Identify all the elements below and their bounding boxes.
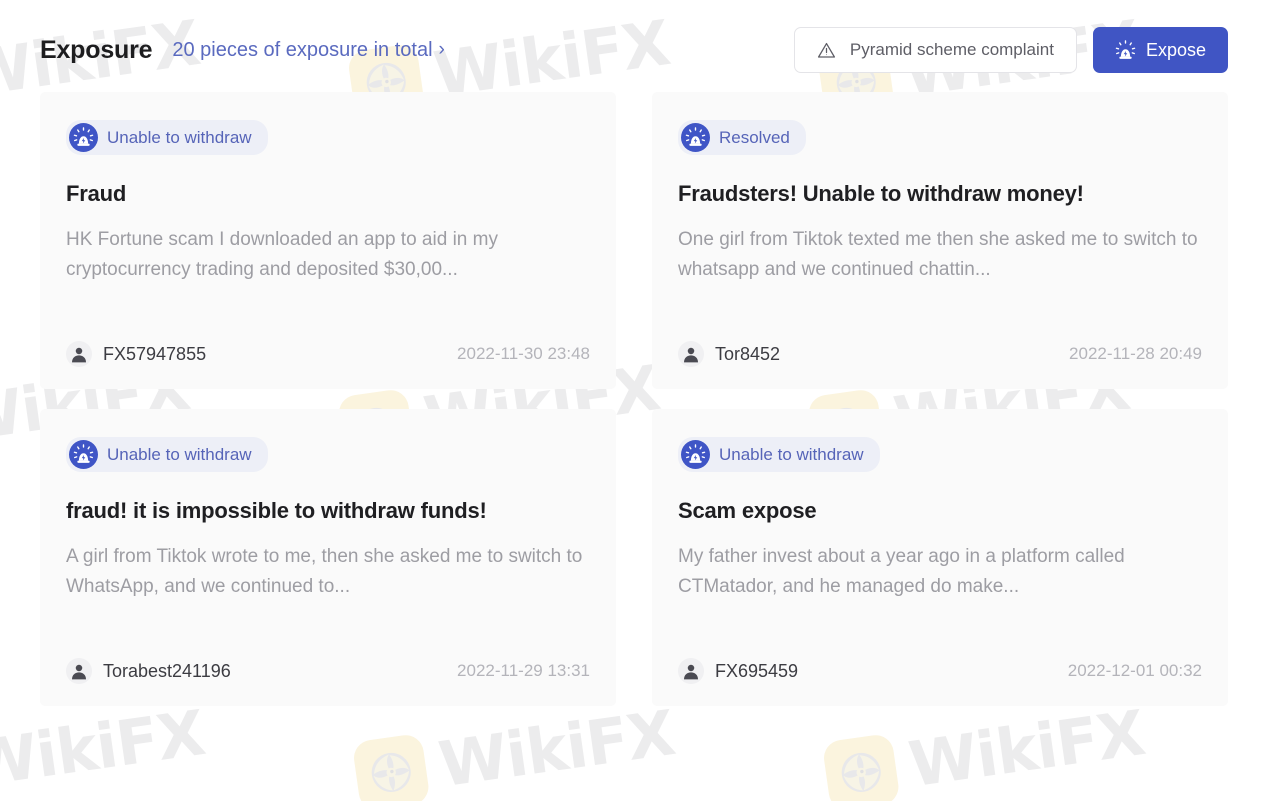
- status-badge: Resolved: [678, 120, 806, 155]
- exposure-description: HK Fortune scam I downloaded an app to a…: [66, 229, 498, 280]
- exposure-title: Fraud: [66, 181, 127, 206]
- user-avatar-icon: [678, 341, 704, 367]
- exposure-page: Exposure 20 pieces of exposure in total …: [0, 0, 1268, 801]
- siren-icon: [681, 440, 710, 469]
- header-actions: Pyramid scheme complaint Expose: [793, 27, 1228, 73]
- exposure-card-footer: FX57947855 2022-11-30 23:48: [66, 341, 590, 367]
- exposure-timestamp: 2022-11-28 20:49: [1069, 344, 1202, 363]
- warning-triangle-icon: [817, 41, 836, 60]
- author-name: Tor8452: [715, 343, 781, 364]
- status-badge-label: Resolved: [719, 128, 790, 147]
- total-exposure-label: 20 pieces of exposure in total: [172, 38, 433, 61]
- siren-icon: [681, 123, 710, 152]
- exposure-card[interactable]: Unable to withdraw Fraud HK Fortune scam I…: [40, 92, 616, 389]
- exposure-card-footer: FX695459 2022-12-01 00:32: [678, 658, 1202, 684]
- pyramid-complaint-label: Pyramid scheme complaint: [849, 40, 1054, 59]
- author-name: Torabest241196: [103, 660, 231, 681]
- siren-icon: [69, 123, 98, 152]
- exposure-card[interactable]: Resolved Fraudsters! Unable to withdraw m…: [652, 92, 1228, 389]
- exposure-title: fraud! it is impossible to withdraw fund…: [66, 498, 487, 523]
- status-badge-label: Unable to withdraw: [107, 128, 252, 147]
- exposure-card-footer: Torabest241196 2022-11-29 13:31: [66, 658, 590, 684]
- exposure-description: A girl from Tiktok wrote to me, then she…: [66, 546, 583, 597]
- exposure-timestamp: 2022-11-30 23:48: [457, 344, 590, 363]
- siren-icon: [1115, 39, 1136, 61]
- exposure-description: One girl from Tiktok texted me then she …: [678, 229, 1198, 280]
- expose-button-label: Expose: [1145, 39, 1206, 60]
- page-title: Exposure: [40, 35, 153, 64]
- pyramid-scheme-complaint-button[interactable]: Pyramid scheme complaint: [793, 27, 1077, 73]
- siren-icon: [69, 440, 98, 469]
- exposure-author: Torabest241196: [66, 658, 231, 684]
- exposure-grid: Unable to withdraw Fraud HK Fortune scam I…: [40, 92, 1228, 706]
- exposure-author: FX695459: [678, 658, 798, 684]
- status-badge-label: Unable to withdraw: [107, 445, 252, 464]
- expose-button[interactable]: Expose: [1092, 27, 1228, 73]
- author-name: FX695459: [715, 660, 799, 681]
- exposure-title: Fraudsters! Unable to withdraw money!: [678, 181, 1084, 206]
- user-avatar-icon: [678, 658, 704, 684]
- exposure-timestamp: 2022-12-01 00:32: [1067, 661, 1202, 680]
- exposure-description: My father invest about a year ago in a p…: [678, 546, 1125, 597]
- exposure-author: FX57947855: [66, 341, 206, 367]
- user-avatar-icon: [66, 658, 92, 684]
- exposure-timestamp: 2022-11-29 13:31: [457, 661, 590, 680]
- status-badge: Unable to withdraw: [66, 437, 268, 472]
- total-exposure-link[interactable]: 20 pieces of exposure in total ›: [172, 39, 445, 62]
- exposure-title: Scam expose: [678, 498, 817, 523]
- status-badge: Unable to withdraw: [66, 120, 268, 155]
- author-name: FX57947855: [103, 343, 207, 364]
- exposure-card[interactable]: Unable to withdraw Scam expose My father i…: [652, 409, 1228, 706]
- exposure-author: Tor8452: [678, 341, 780, 367]
- status-badge-label: Unable to withdraw: [719, 445, 864, 464]
- exposure-card-footer: Tor8452 2022-11-28 20:49: [678, 341, 1202, 367]
- status-badge: Unable to withdraw: [678, 437, 880, 472]
- chevron-right-icon: ›: [438, 38, 445, 60]
- exposure-header: Exposure 20 pieces of exposure in total …: [40, 0, 1228, 92]
- user-avatar-icon: [66, 341, 92, 367]
- exposure-card[interactable]: Unable to withdraw fraud! it is impossibl…: [40, 409, 616, 706]
